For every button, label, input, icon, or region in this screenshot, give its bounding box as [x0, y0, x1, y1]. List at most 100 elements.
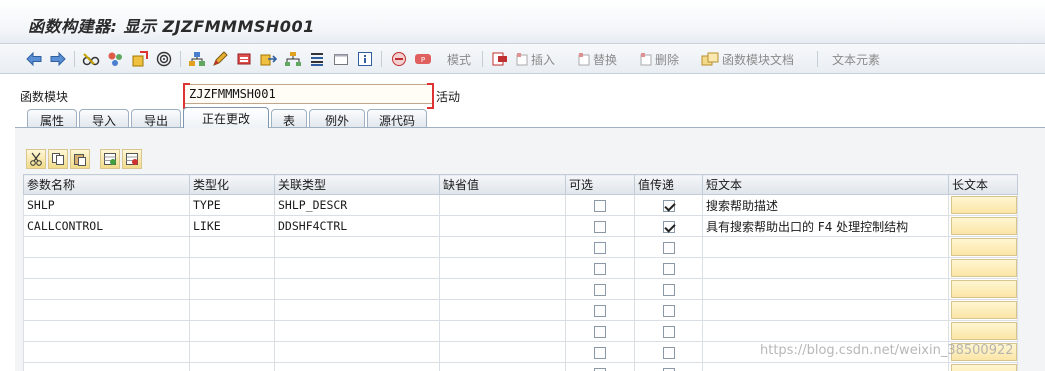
- param-name-cell[interactable]: [23, 362, 190, 371]
- short-text-cell[interactable]: [702, 299, 949, 321]
- by-value-checkbox[interactable]: [662, 367, 675, 371]
- ref-type-cell[interactable]: SHLP_DESCR: [274, 194, 440, 216]
- param-name-cell[interactable]: [23, 236, 190, 258]
- default-value-cell[interactable]: [439, 236, 566, 258]
- back-arrow-icon[interactable]: [26, 50, 42, 68]
- ref-type-cell[interactable]: [274, 341, 440, 363]
- pattern2-icon[interactable]: P: [414, 50, 432, 68]
- insert-row-icon[interactable]: [492, 50, 508, 68]
- param-name-cell[interactable]: [23, 278, 190, 300]
- long-text-button[interactable]: [951, 301, 1017, 319]
- by-value-cell[interactable]: [634, 278, 703, 300]
- typing-cell[interactable]: [189, 257, 275, 279]
- default-value-cell[interactable]: [439, 278, 566, 300]
- param-name-cell[interactable]: [23, 320, 190, 342]
- long-text-cell[interactable]: [948, 299, 1018, 321]
- by-value-checkbox[interactable]: [662, 199, 675, 212]
- tree-icon[interactable]: [284, 50, 302, 68]
- paste-icon[interactable]: [70, 149, 90, 169]
- short-text-cell[interactable]: [702, 362, 949, 371]
- long-text-button[interactable]: [951, 238, 1017, 256]
- optional-cell[interactable]: [565, 320, 635, 342]
- long-text-button[interactable]: [951, 280, 1017, 298]
- default-value-cell[interactable]: [439, 320, 566, 342]
- long-text-cell[interactable]: [948, 236, 1018, 258]
- col-header-by-value[interactable]: 值传递: [634, 174, 703, 195]
- pencil-icon[interactable]: [212, 50, 228, 68]
- col-header-typing[interactable]: 类型化: [189, 174, 275, 195]
- info-icon[interactable]: [357, 50, 373, 68]
- optional-checkbox[interactable]: [594, 283, 606, 296]
- long-text-cell[interactable]: [948, 257, 1018, 279]
- optional-cell[interactable]: [565, 257, 635, 279]
- objects-icon[interactable]: [107, 50, 125, 68]
- long-text-cell[interactable]: [948, 194, 1018, 216]
- typing-cell[interactable]: LIKE: [189, 215, 275, 237]
- optional-cell[interactable]: [565, 236, 635, 258]
- default-value-cell[interactable]: [439, 299, 566, 321]
- default-value-cell[interactable]: [439, 362, 566, 371]
- mode-button[interactable]: 模式: [444, 50, 471, 68]
- by-value-checkbox[interactable]: [662, 304, 675, 317]
- short-text-cell[interactable]: [702, 278, 949, 300]
- by-value-checkbox[interactable]: [662, 325, 675, 338]
- by-value-checkbox[interactable]: [662, 283, 675, 296]
- typing-cell[interactable]: [189, 341, 275, 363]
- short-text-cell[interactable]: 搜索帮助描述: [702, 194, 949, 216]
- param-name-cell[interactable]: [23, 341, 190, 363]
- optional-checkbox[interactable]: [594, 325, 606, 338]
- typing-cell[interactable]: [189, 278, 275, 300]
- stack-icon[interactable]: [309, 50, 325, 68]
- by-value-cell[interactable]: [634, 320, 703, 342]
- long-text-cell[interactable]: [948, 278, 1018, 300]
- typing-cell[interactable]: TYPE: [189, 194, 275, 216]
- by-value-checkbox[interactable]: [662, 241, 675, 254]
- long-text-button[interactable]: [951, 322, 1017, 340]
- by-value-checkbox[interactable]: [662, 346, 675, 359]
- long-text-button[interactable]: [951, 217, 1017, 235]
- long-text-button[interactable]: [951, 364, 1017, 371]
- optional-cell[interactable]: [565, 194, 635, 216]
- by-value-cell[interactable]: [634, 194, 703, 216]
- by-value-cell[interactable]: [634, 215, 703, 237]
- col-header-param-name[interactable]: 参数名称: [23, 174, 190, 195]
- where-used-icon[interactable]: [132, 50, 148, 68]
- long-text-button[interactable]: [951, 196, 1017, 214]
- ref-type-cell[interactable]: [274, 278, 440, 300]
- default-value-cell[interactable]: [439, 215, 566, 237]
- default-value-cell[interactable]: [439, 194, 566, 216]
- optional-cell[interactable]: [565, 215, 635, 237]
- long-text-cell[interactable]: [948, 320, 1018, 342]
- export-icon[interactable]: [260, 50, 278, 68]
- ref-type-cell[interactable]: [274, 236, 440, 258]
- col-header-optional[interactable]: 可选: [565, 174, 635, 195]
- optional-checkbox[interactable]: [594, 199, 606, 212]
- long-text-cell[interactable]: [948, 215, 1018, 237]
- glasses-icon[interactable]: [82, 50, 100, 68]
- col-header-long-text[interactable]: 长文本: [948, 174, 1018, 195]
- window-icon[interactable]: [333, 50, 349, 68]
- forward-arrow-icon[interactable]: [50, 50, 66, 68]
- text-elements-button[interactable]: 文本元素: [829, 50, 880, 68]
- default-value-cell[interactable]: [439, 257, 566, 279]
- ref-type-cell[interactable]: [274, 320, 440, 342]
- insert-row-button-icon[interactable]: [100, 149, 120, 169]
- optional-checkbox[interactable]: [594, 262, 606, 275]
- ref-type-cell[interactable]: [274, 362, 440, 371]
- by-value-cell[interactable]: [634, 362, 703, 371]
- by-value-cell[interactable]: [634, 257, 703, 279]
- optional-checkbox[interactable]: [594, 346, 606, 359]
- replace-button[interactable]: 替换: [578, 50, 617, 68]
- cut-icon[interactable]: [26, 149, 46, 169]
- function-doc-button[interactable]: 函数模块文档: [701, 50, 794, 68]
- optional-cell[interactable]: [565, 278, 635, 300]
- tab-source-code[interactable]: 源代码: [367, 109, 427, 128]
- optional-checkbox[interactable]: [594, 241, 606, 254]
- optional-checkbox[interactable]: [594, 304, 606, 317]
- by-value-checkbox[interactable]: [662, 220, 675, 233]
- short-text-cell[interactable]: 具有搜索帮助出口的 F4 处理控制结构: [702, 215, 949, 237]
- by-value-checkbox[interactable]: [662, 262, 675, 275]
- optional-cell[interactable]: [565, 362, 635, 371]
- tab-export[interactable]: 导出: [131, 109, 181, 128]
- col-header-short-text[interactable]: 短文本: [702, 174, 949, 195]
